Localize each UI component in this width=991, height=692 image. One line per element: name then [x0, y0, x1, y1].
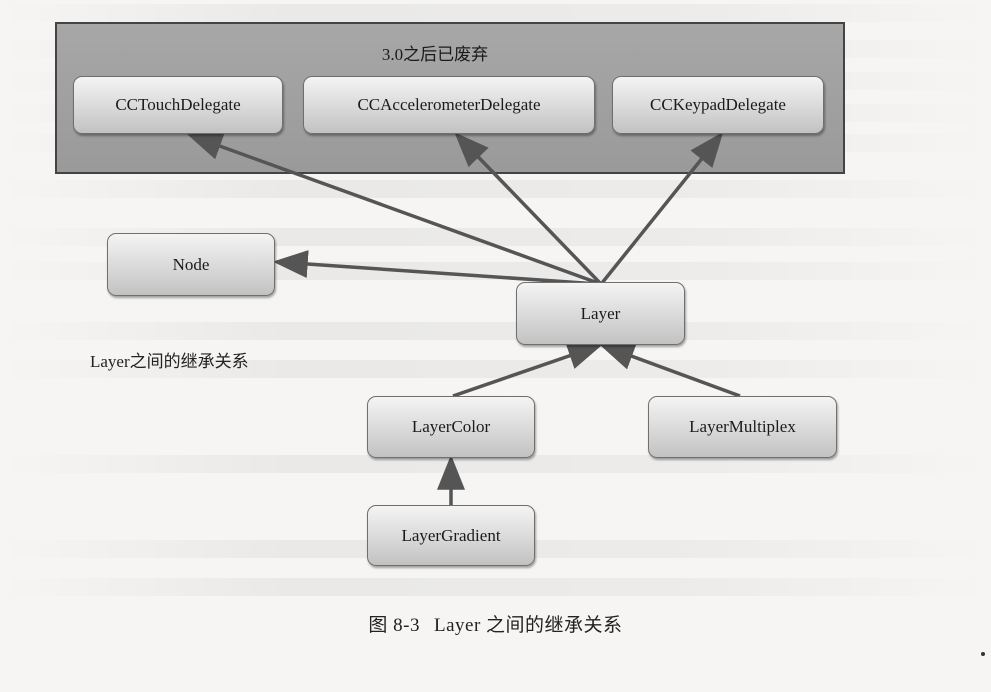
node-layer: Layer: [516, 282, 685, 345]
arrow-multi-to-layer: [599, 343, 741, 398]
node-cckeypaddelegate: CCKeypadDelegate: [612, 76, 824, 134]
arrow-layer-to-accel: [454, 132, 602, 285]
figure-caption: 图 8-3 Layer 之间的继承关系: [0, 610, 991, 637]
figure-number: 图 8-3: [368, 615, 420, 636]
stray-dot: [981, 652, 985, 656]
figure-caption-text: Layer 之间的继承关系: [434, 615, 623, 636]
node-node: Node: [107, 233, 275, 296]
node-ccaccelerometerdelegate: CCAccelerometerDelegate: [303, 76, 595, 134]
diagram-side-label: Layer之间的继承关系: [90, 352, 249, 371]
node-cctouchdelegate: CCTouchDelegate: [73, 76, 283, 134]
arrow-layer-to-keypad: [600, 131, 724, 285]
node-layercolor: LayerColor: [367, 396, 535, 458]
node-layergradient: LayerGradient: [367, 505, 535, 566]
node-layermultiplex: LayerMultiplex: [648, 396, 837, 458]
arrow-color-to-layer: [452, 342, 603, 398]
